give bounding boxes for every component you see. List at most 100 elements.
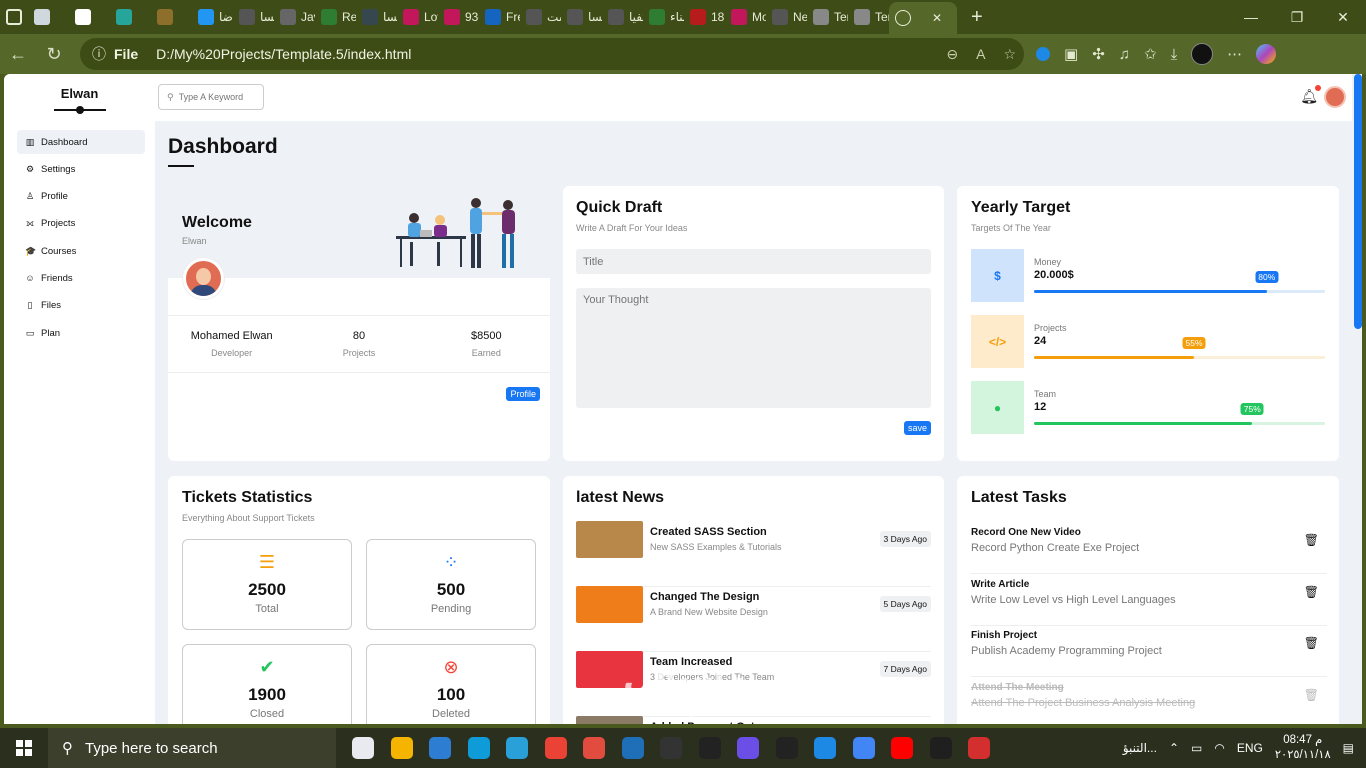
search-input[interactable] xyxy=(178,92,259,102)
taskbar-app-icon[interactable] xyxy=(421,728,460,768)
extension-icon[interactable]: ▣ xyxy=(1064,45,1078,63)
browser-tab[interactable]: 18 xyxy=(684,3,725,31)
minimize-icon[interactable]: — xyxy=(1228,0,1274,34)
draft-title-input[interactable] xyxy=(576,249,931,274)
browser-tab[interactable]: إضا xyxy=(192,3,233,31)
close-tab-icon[interactable]: ✕ xyxy=(932,11,942,25)
profile-button[interactable]: Profile xyxy=(506,387,540,401)
sidebar-item-settings[interactable]: ⚙ Settings xyxy=(17,157,145,181)
taskbar-app-icon[interactable] xyxy=(460,728,499,768)
browser-tab[interactable]: Ten xyxy=(848,3,889,31)
windows-start-icon[interactable] xyxy=(0,728,48,768)
maximize-icon[interactable]: ❐ xyxy=(1274,0,1320,34)
browser-tab[interactable]: مسا xyxy=(356,3,397,31)
browser-tab[interactable] xyxy=(28,3,69,31)
scrollbar-thumb[interactable] xyxy=(1354,74,1362,329)
news-item[interactable]: Team Increased 3 Developers Joined The Te… xyxy=(576,651,931,717)
chevron-up-icon[interactable]: ⌃ xyxy=(1169,741,1179,755)
zoom-icon[interactable]: ⊖ xyxy=(946,46,958,63)
news-item[interactable]: Created SASS Section New SASS Examples & … xyxy=(576,521,931,587)
performance-icon[interactable]: ♫ xyxy=(1119,46,1130,63)
favorites-icon[interactable]: ✩ xyxy=(1144,45,1157,63)
browser-tab[interactable]: كفيا xyxy=(602,3,643,31)
sidebar-item-projects[interactable]: ⟗ Projects xyxy=(17,212,145,236)
taskbar-app-icon[interactable] xyxy=(729,728,768,768)
browser-tab[interactable] xyxy=(151,3,192,31)
spinner-icon: ⁘ xyxy=(443,552,459,572)
taskbar-app-icon[interactable] xyxy=(614,728,653,768)
browser-tab[interactable]: Java xyxy=(274,3,315,31)
more-icon[interactable]: ⋯ xyxy=(1227,45,1242,63)
browser-tab[interactable]: بناء xyxy=(643,3,684,31)
trash-icon[interactable]: 🗑︎ xyxy=(1304,688,1319,702)
download-icon[interactable]: ⤓ xyxy=(1171,46,1178,63)
draft-body-textarea[interactable] xyxy=(576,288,931,408)
avatar[interactable] xyxy=(1324,86,1346,108)
address-bar[interactable]: ⓘ File D:/My%20Projects/Template.5/index… xyxy=(80,38,1024,70)
welcome-stat: $8500 Earned xyxy=(423,316,550,372)
sidebar-item-plan[interactable]: ▭ Plan xyxy=(17,321,145,345)
browser-tab[interactable]: Mo xyxy=(725,3,766,31)
back-icon[interactable]: ← xyxy=(0,36,36,72)
news-title: Changed The Design xyxy=(650,591,760,603)
browser-tab[interactable]: حسا xyxy=(561,3,602,31)
page-scrollbar[interactable] xyxy=(1352,74,1362,724)
save-button[interactable]: save xyxy=(903,421,931,435)
browser-tab[interactable]: Nev xyxy=(766,3,807,31)
bell-icon[interactable]: 🔔︎ xyxy=(1300,85,1321,105)
extension-icon[interactable] xyxy=(1036,47,1050,61)
notification-icon[interactable]: ▤ xyxy=(1343,741,1354,755)
trash-icon[interactable]: 🗑︎ xyxy=(1304,636,1319,650)
new-tab-icon[interactable]: + xyxy=(957,3,997,31)
news-item[interactable]: Changed The Design A Brand New Website De… xyxy=(576,586,931,652)
tray-app-label[interactable]: التنبؤ... xyxy=(1123,741,1157,755)
browser-tab-active[interactable]: ✕ xyxy=(889,2,957,34)
trash-icon[interactable]: 🗑︎ xyxy=(1304,585,1319,599)
browser-tab[interactable]: Free xyxy=(479,3,520,31)
taskbar-app-icon[interactable] xyxy=(652,728,691,768)
language-indicator[interactable]: ENG xyxy=(1237,741,1263,755)
browser-tab[interactable]: 93e xyxy=(438,3,479,31)
browser-tab[interactable]: حسا xyxy=(233,3,274,31)
sidebar-item-courses[interactable]: 🎓 Courses xyxy=(17,239,145,263)
browser-tab[interactable]: Real xyxy=(315,3,356,31)
taskbar-app-icon[interactable] xyxy=(344,728,383,768)
taskbar-app-icon[interactable] xyxy=(806,728,845,768)
sidebar-toggle-icon[interactable] xyxy=(0,3,28,31)
taskbar-app-icon[interactable] xyxy=(960,728,999,768)
taskbar-app-icon[interactable] xyxy=(691,728,730,768)
taskbar-app-icon[interactable] xyxy=(383,728,422,768)
browser-tab[interactable]: Lov xyxy=(397,3,438,31)
news-item[interactable]: Added Payment Gateway xyxy=(576,716,931,724)
browser-tab[interactable]: Ten xyxy=(807,3,848,31)
welcome-stat: 80 Projects xyxy=(295,316,422,372)
battery-icon[interactable]: ▭ xyxy=(1191,741,1202,755)
browser-tab[interactable]: مست xyxy=(520,3,561,31)
taskbar-app-icon[interactable] xyxy=(768,728,807,768)
puzzle-icon[interactable]: ✣ xyxy=(1092,45,1105,63)
taskbar-app-icon[interactable] xyxy=(922,728,961,768)
taskbar-app-icon[interactable] xyxy=(845,728,884,768)
copilot-icon[interactable] xyxy=(1256,44,1277,64)
read-aloud-icon[interactable]: A xyxy=(976,46,985,63)
close-window-icon[interactable]: ✕ xyxy=(1320,0,1366,34)
favorite-star-icon[interactable]: ☆ xyxy=(1003,46,1016,63)
search-box[interactable]: ⚲ xyxy=(158,84,264,110)
page-title: Dashboard xyxy=(168,135,278,167)
sidebar-item-files[interactable]: ▯ Files xyxy=(17,294,145,318)
sidebar-item-dashboard[interactable]: ▥ Dashboard xyxy=(17,130,145,154)
sidebar-item-friends[interactable]: ☺ Friends xyxy=(17,266,145,290)
browser-tab[interactable] xyxy=(69,3,110,31)
profile-avatar[interactable] xyxy=(1191,43,1214,65)
taskbar-app-icon[interactable] xyxy=(537,728,576,768)
browser-tab[interactable] xyxy=(110,3,151,31)
taskbar-search[interactable]: ⚲ Type here to search xyxy=(48,728,336,768)
taskbar-app-icon[interactable] xyxy=(575,728,614,768)
taskbar-app-icon[interactable] xyxy=(498,728,537,768)
wifi-icon[interactable]: ◠ xyxy=(1214,741,1224,755)
clock[interactable]: 08:47 م ٢٠٢٥/١١/١٨ xyxy=(1275,733,1331,763)
sidebar-item-profile[interactable]: ♙ Profile xyxy=(17,185,145,209)
reload-icon[interactable]: ↻ xyxy=(36,36,72,72)
taskbar-app-icon[interactable] xyxy=(883,728,922,768)
trash-icon[interactable]: 🗑︎ xyxy=(1304,533,1319,547)
